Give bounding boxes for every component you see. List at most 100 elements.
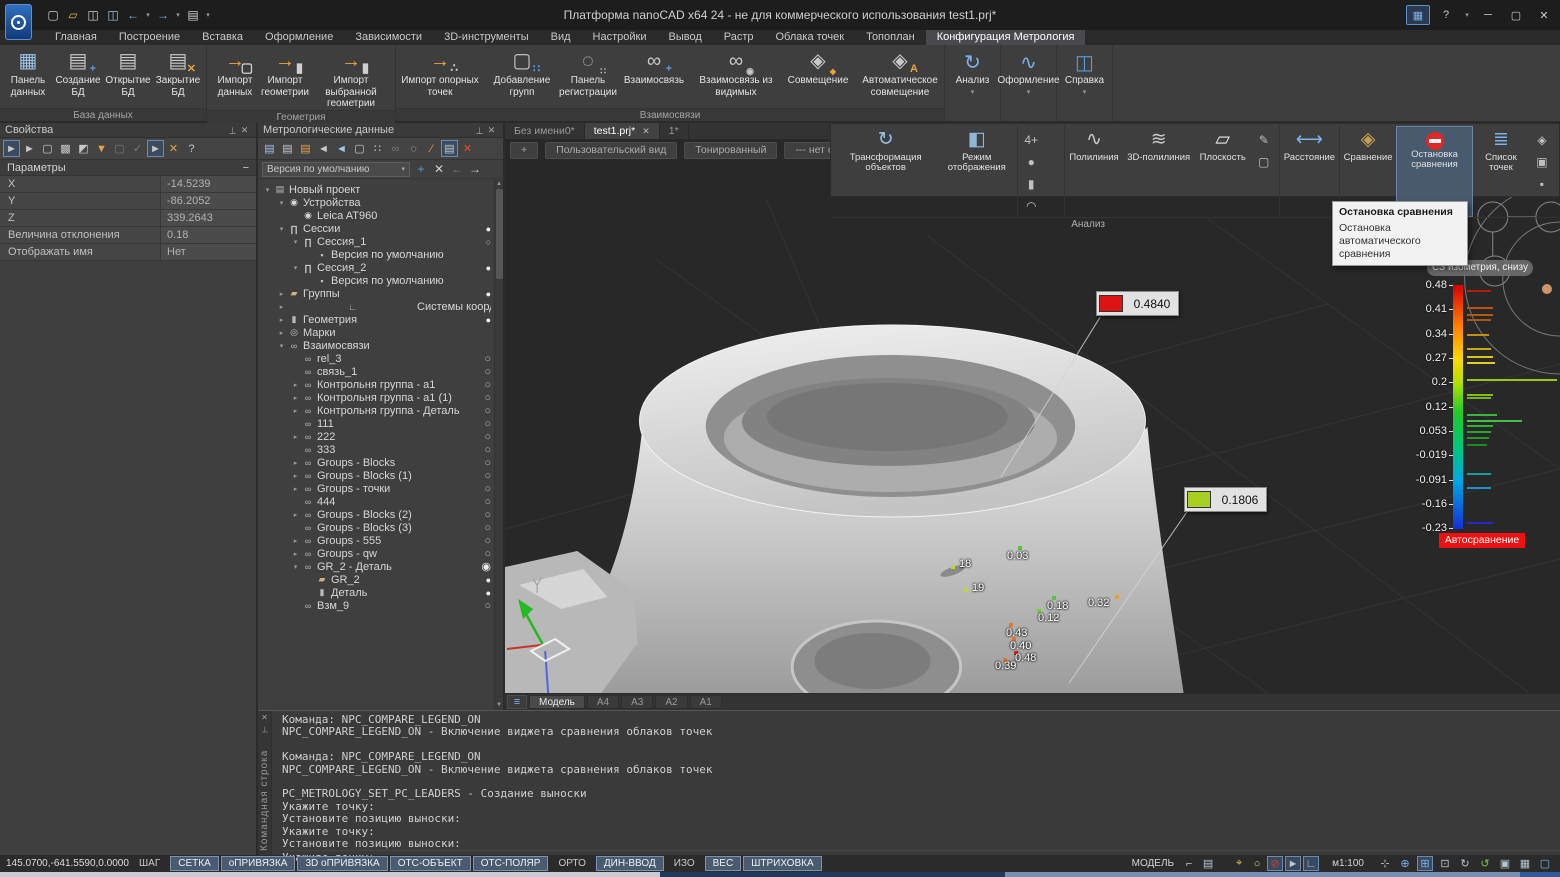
layout-tab[interactable]: A3 — [621, 695, 653, 709]
tree-item[interactable]: ▸ Контрольня группа - a1 — [258, 378, 503, 391]
status-toggle-button[interactable]: ШАГ — [131, 856, 168, 871]
version-action-icon[interactable]: ✕ — [431, 161, 447, 177]
properties-toolbar-icon[interactable]: ▢ — [111, 140, 128, 157]
ribbon-tab[interactable]: Вывод — [657, 30, 712, 45]
status-icon[interactable]: ⌐ — [1181, 856, 1197, 871]
ribbon-button[interactable]: Автоматическое совмещение — [859, 47, 941, 108]
parameter-value[interactable]: -14.5239 — [160, 176, 256, 192]
tree-item[interactable]: ▾ Новый проект — [258, 183, 503, 196]
status-snap-icon[interactable]: ∟ — [1303, 856, 1319, 871]
ribbon-button[interactable]: Импорт данных — [210, 47, 260, 110]
ribbon-tab[interactable]: 3D-инструменты — [433, 30, 540, 45]
tree-item[interactable]: ▸ Контрольня группа - a1 (1) — [258, 391, 503, 404]
analysis-edit-icon[interactable]: ✎ — [1251, 129, 1277, 151]
ribbon-tab[interactable]: Настройки — [582, 30, 658, 45]
analysis-tool-icon[interactable]: 4+ — [1018, 129, 1044, 151]
view-control-button[interactable]: Тонированный — [684, 142, 777, 159]
analysis-tool-icon[interactable]: ● — [1018, 151, 1044, 173]
version-selector[interactable]: Версия по умолчанию ▾ — [262, 162, 410, 177]
properties-toolbar-icon[interactable]: ✓ — [129, 140, 146, 157]
metrology-toolbar-icon[interactable]: ▤ — [261, 140, 278, 157]
tree-item[interactable]: ▸ Groups - Blocks (1) — [258, 469, 503, 482]
status-view-icon[interactable]: ⊕ — [1397, 856, 1413, 871]
ribbon-button[interactable]: Панель данных — [3, 47, 53, 108]
metrology-toolbar-icon[interactable]: ◄ — [333, 140, 350, 157]
ribbon-button[interactable]: Открытие БД — [103, 47, 153, 108]
analysis-end-icon[interactable]: ▪ — [1529, 173, 1555, 195]
window-control-icon[interactable]: ▢ — [1504, 5, 1528, 25]
ribbon-tab[interactable]: Построение — [108, 30, 191, 45]
window-control-icon[interactable]: ? — [1434, 5, 1458, 25]
tree-expander-icon[interactable]: ▸ — [290, 381, 301, 389]
status-view-icon[interactable]: ▦ — [1517, 856, 1533, 871]
tree-expander-icon[interactable]: ▾ — [290, 238, 301, 246]
qat-icon[interactable]: ← — [124, 5, 142, 25]
tree-item[interactable]: Версия по умолчанию — [258, 248, 503, 261]
view-control-button[interactable]: + — [510, 142, 538, 159]
window-control-icon[interactable]: ▾ — [1462, 5, 1472, 25]
pin-icon[interactable] — [225, 125, 238, 136]
qat-icon[interactable]: ▱ — [64, 5, 82, 25]
tree-expander-icon[interactable]: ▸ — [290, 537, 301, 545]
layout-tab[interactable]: A1 — [690, 695, 722, 709]
status-toggle-button[interactable]: 3D оПРИВЯЗКА — [297, 856, 387, 871]
metrology-toolbar-icon[interactable]: ▤ — [297, 140, 314, 157]
tree-item[interactable]: 333 — [258, 443, 503, 456]
tree-scrollbar[interactable]: ▲ ▼ — [494, 179, 503, 710]
ribbon-menu-button[interactable]: Оформление ▾ — [1001, 45, 1057, 121]
tree-item[interactable]: ▸ Геометрия — [258, 313, 503, 326]
tree-item[interactable]: Версия по умолчанию — [258, 274, 503, 287]
ribbon-button[interactable]: Совмещение — [777, 47, 859, 108]
layout-menu-icon[interactable]: ≡ — [507, 695, 527, 709]
scrollbar-thumb[interactable] — [496, 189, 503, 279]
tree-item[interactable]: ▾ Взаимосвязи — [258, 339, 503, 352]
properties-toolbar-icon[interactable]: ? — [183, 140, 200, 157]
window-control-icon[interactable]: ✕ — [1532, 5, 1556, 25]
parameter-value[interactable]: Нет — [160, 244, 256, 260]
analysis-button[interactable]: Список точек — [1473, 126, 1529, 217]
qat-icon[interactable]: ▾ — [144, 5, 152, 25]
model-space-label[interactable]: МОДЕЛЬ — [1132, 858, 1174, 869]
close-icon[interactable] — [261, 713, 268, 725]
properties-toolbar-icon[interactable]: ► — [3, 140, 20, 157]
metrology-toolbar-icon[interactable]: ✕ — [459, 140, 476, 157]
tree-item[interactable]: ▸ Groups - Blocks (2) — [258, 508, 503, 521]
metrology-toolbar-icon[interactable]: ∷ — [369, 140, 386, 157]
status-snap-icon[interactable]: ○ — [1249, 856, 1265, 871]
tree-item[interactable]: Groups - Blocks (3) — [258, 521, 503, 534]
tree-expander-icon[interactable]: ▸ — [290, 511, 301, 519]
tree-item[interactable]: ▾ Сессия_1 — [258, 235, 503, 248]
annotation-scale[interactable]: м1:100 — [1332, 858, 1364, 869]
tree-expander-icon[interactable]: ▾ — [262, 186, 273, 194]
status-toggle-button[interactable]: ДИН-ВВОД — [596, 856, 664, 871]
qat-icon[interactable]: ◫ — [84, 5, 102, 25]
ribbon-tab[interactable]: Оформление — [254, 30, 344, 45]
tree-item[interactable]: ▾ Устройства — [258, 196, 503, 209]
ribbon-tab[interactable]: Главная — [44, 30, 108, 45]
tree-item[interactable]: 111 — [258, 417, 503, 430]
pin-icon[interactable] — [472, 125, 485, 136]
scroll-down-icon[interactable]: ▼ — [496, 700, 502, 710]
status-toggle-button[interactable]: ОТС-ПОЛЯР — [473, 856, 549, 871]
tree-item[interactable]: связь_1 — [258, 365, 503, 378]
close-icon[interactable] — [238, 125, 251, 136]
analysis-tool-icon[interactable]: ▮ — [1018, 173, 1044, 195]
status-view-icon[interactable]: ↺ — [1477, 856, 1493, 871]
analysis-button[interactable]: Режим отображения — [936, 126, 1017, 217]
pin-icon[interactable] — [261, 725, 268, 737]
analysis-edit-icon[interactable]: ▢ — [1251, 151, 1277, 173]
status-snap-icon[interactable]: ⌖ — [1231, 856, 1247, 871]
tree-item[interactable]: ▾ GR_2 - Деталь — [258, 560, 503, 573]
ribbon-tab[interactable]: Конфигурация Метрология — [926, 30, 1086, 45]
metrology-toolbar-icon[interactable]: ▢ — [351, 140, 368, 157]
ribbon-tab[interactable]: Вид — [540, 30, 582, 45]
window-control-icon[interactable]: ▦ — [1406, 5, 1430, 25]
tree-expander-icon[interactable]: ▸ — [290, 485, 301, 493]
document-tab[interactable]: test1.prj* — [585, 123, 660, 139]
tree-expander-icon[interactable]: ▸ — [290, 407, 301, 415]
analysis-button[interactable]: Плоскость — [1195, 126, 1251, 217]
status-toggle-button[interactable]: оПРИВЯЗКА — [221, 856, 296, 871]
analysis-button[interactable]: Расстояние — [1280, 126, 1339, 217]
tree-expander-icon[interactable]: ▾ — [276, 225, 287, 233]
tree-expander-icon[interactable]: ▾ — [290, 563, 301, 571]
